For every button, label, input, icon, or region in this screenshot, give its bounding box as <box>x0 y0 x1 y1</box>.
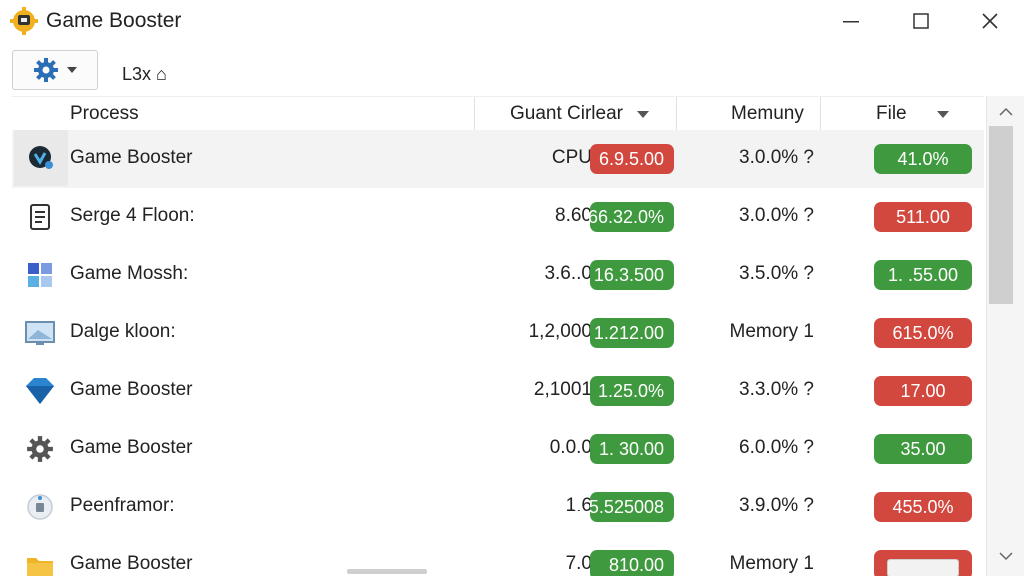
file-usage-badge: 41.0% <box>874 144 972 174</box>
cpu-usage-badge: 810.00 <box>590 550 674 576</box>
process-name: Game Booster <box>70 437 193 458</box>
scroll-down-button[interactable] <box>996 548 1016 564</box>
file-usage-badge <box>874 550 972 576</box>
table-row[interactable]: Serge 4 Floon: 8.60 66.32.0% 3.0.0% ? 51… <box>12 188 984 246</box>
file-usage-badge: 511.00 <box>874 202 972 232</box>
document-icon <box>16 200 64 234</box>
diamond-icon <box>16 374 64 408</box>
horizontal-scroll-thumb[interactable] <box>347 569 427 574</box>
column-header-process-label: Process <box>70 103 139 124</box>
file-usage-badge: 17.00 <box>874 376 972 406</box>
file-usage-badge: 615.0% <box>874 318 972 348</box>
game-booster-icon <box>14 130 68 186</box>
column-header-cpu-label: Guant Cirlear <box>510 103 623 124</box>
memory-value: 6.0.0% ? <box>739 437 814 458</box>
table-row[interactable]: Game Booster 2,1001 1.25.0% 3.3.0% ? 17.… <box>12 362 984 420</box>
cpu-usage-badge: 1. 30.00 <box>590 434 674 464</box>
column-header-file-label: File <box>876 103 907 124</box>
column-header-memory-label: Memuny <box>731 103 804 124</box>
chevron-down-icon <box>67 67 77 73</box>
process-value: 1,2,000 <box>528 321 592 342</box>
cpu-usage-badge: 1.212.00 <box>590 318 674 348</box>
minimize-button[interactable] <box>816 0 886 42</box>
process-value: 8.60 <box>555 205 592 226</box>
process-name: Serge 4 Floon: <box>70 205 195 226</box>
memory-value: 3.3.0% ? <box>739 379 814 400</box>
table-row[interactable]: Game Booster 0.0.0 1. 30.00 6.0.0% ? 35.… <box>12 420 984 478</box>
settings-dropdown-button[interactable] <box>12 50 98 90</box>
window-title: Game Booster <box>46 9 182 32</box>
maximize-icon <box>913 13 929 29</box>
process-name: Game Booster <box>70 553 193 574</box>
table-row[interactable]: Dalge kloon: 1,2,000 1.212.00 Memory 1 6… <box>12 304 984 362</box>
column-header-file[interactable]: File <box>876 97 976 131</box>
column-header-memory[interactable]: Memuny <box>731 97 804 131</box>
process-name: Game Mossh: <box>70 263 189 284</box>
chevron-down-icon <box>999 552 1013 561</box>
memory-value: Memory 1 <box>729 321 814 342</box>
cpu-usage-badge: 66.32.0% <box>588 202 674 232</box>
gear-icon <box>34 58 58 82</box>
vertical-scrollbar[interactable] <box>986 96 1024 576</box>
memory-value: Memory 1 <box>729 553 814 574</box>
file-usage-badge: 35.00 <box>874 434 972 464</box>
file-usage-badge: 1. .55.00 <box>874 260 972 290</box>
memory-value: 3.0.0% ? <box>739 205 814 226</box>
process-name: Dalge kloon: <box>70 321 176 342</box>
chevron-up-icon <box>999 107 1013 116</box>
cpu-usage-badge: 6.9.5.00 <box>590 144 674 174</box>
close-button[interactable] <box>955 0 1024 42</box>
column-divider[interactable] <box>820 97 821 131</box>
file-usage-inner <box>887 559 959 576</box>
column-header-cpu[interactable]: Guant Cirlear <box>510 97 670 131</box>
column-divider[interactable] <box>474 97 475 131</box>
memory-value: 3.9.0% ? <box>739 495 814 516</box>
file-usage-badge: 455.0% <box>874 492 972 522</box>
memory-value: 3.5.0% ? <box>739 263 814 284</box>
column-header-process[interactable]: Process <box>70 97 139 131</box>
process-name: Game Booster <box>70 147 193 168</box>
scroll-up-button[interactable] <box>996 104 1016 120</box>
table-header: Process Guant Cirlear Memuny File <box>12 96 984 132</box>
process-list: Game Booster CPU 6.9.5.00 3.0.0% ? 41.0%… <box>12 130 984 576</box>
minimize-icon <box>843 21 859 23</box>
cpu-usage-badge: 16.3.500 <box>590 260 674 290</box>
toolbar: L3x ⌂ <box>0 42 1024 96</box>
sort-caret-icon <box>936 110 949 118</box>
process-value: 0.0.0 <box>549 437 592 458</box>
process-value: 2,1001 <box>533 379 592 400</box>
table-row[interactable]: Game Mossh: 3.6..0 16.3.500 3.5.0% ? 1. … <box>12 246 984 304</box>
toolbar-label: L3x ⌂ <box>122 64 167 84</box>
process-name: Game Booster <box>70 379 193 400</box>
table-row[interactable]: Peenframor: 1.6 4.5.525008 3.9.0% ? 455.… <box>12 478 984 536</box>
maximize-button[interactable] <box>886 0 956 42</box>
monitor-icon <box>16 316 64 350</box>
game-booster-app-icon <box>10 7 38 35</box>
drive-icon <box>16 490 64 524</box>
table-row[interactable]: Game Booster 7.0 810.00 Memory 1 <box>12 536 984 576</box>
grid-apps-icon <box>16 258 64 292</box>
process-value: 3.6..0 <box>544 263 592 284</box>
scroll-thumb[interactable] <box>989 126 1013 304</box>
process-name: Peenframor: <box>70 495 175 516</box>
close-icon <box>982 13 998 29</box>
title-bar: Game Booster <box>0 0 1024 43</box>
process-value: 7.0 <box>565 553 592 574</box>
folder-icon <box>16 548 64 576</box>
cpu-usage-badge: 1.25.0% <box>590 376 674 406</box>
sort-caret-icon <box>637 110 649 118</box>
gear-icon <box>16 432 64 466</box>
column-divider[interactable] <box>676 97 677 131</box>
process-value: CPU <box>551 147 592 168</box>
memory-value: 3.0.0% ? <box>739 147 814 168</box>
cpu-usage-badge: 4.5.525008 <box>574 492 674 522</box>
table-row[interactable]: Game Booster CPU 6.9.5.00 3.0.0% ? 41.0% <box>12 130 984 188</box>
